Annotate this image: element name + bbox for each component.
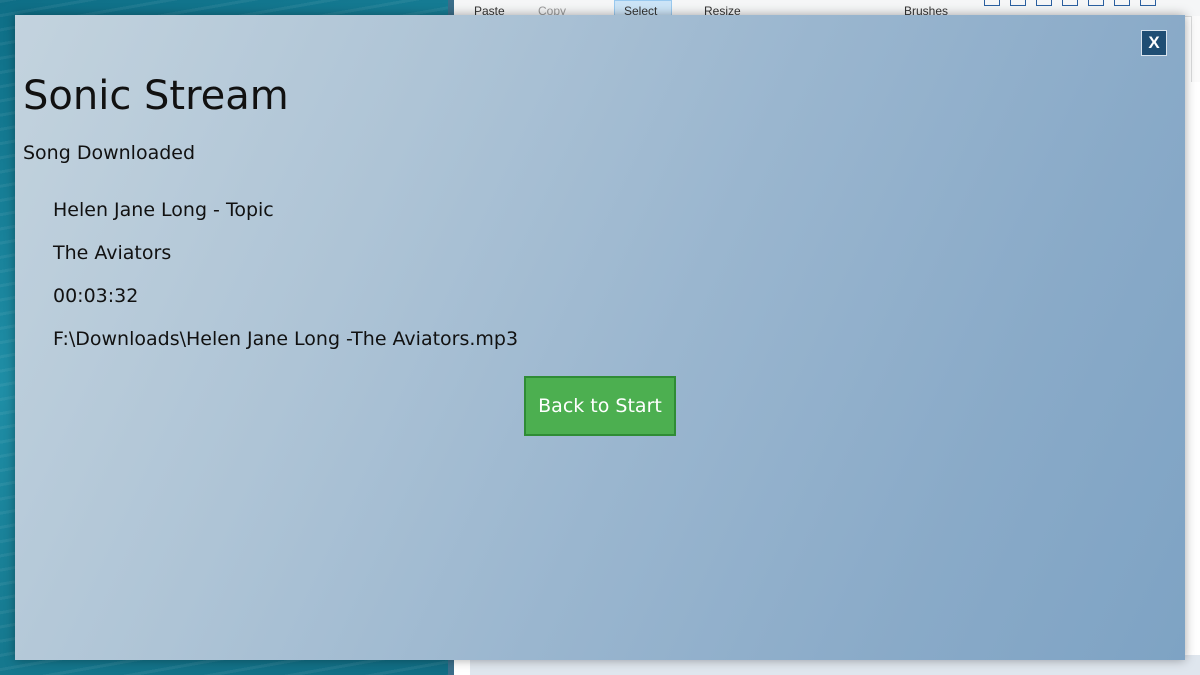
back-to-start-button[interactable]: Back to Start	[524, 376, 676, 436]
shape-icon	[1114, 0, 1130, 6]
close-button[interactable]: X	[1141, 30, 1167, 56]
song-channel: Helen Jane Long - Topic	[53, 199, 274, 221]
app-title: Sonic Stream	[23, 73, 289, 119]
shape-icon	[1036, 0, 1052, 6]
shape-icon	[984, 0, 1000, 6]
song-info-list: Helen Jane Long - Topic The Aviators 00:…	[53, 199, 518, 371]
paint-shapes-gallery	[984, 0, 1184, 10]
shape-icon	[1010, 0, 1026, 6]
shape-icon	[1062, 0, 1078, 6]
song-duration: 00:03:32	[53, 285, 139, 307]
sonic-stream-dialog: X Sonic Stream Song Downloaded Helen Jan…	[15, 15, 1185, 660]
shape-icon	[1088, 0, 1104, 6]
download-status: Song Downloaded	[23, 142, 196, 164]
shape-icon	[1140, 0, 1156, 6]
song-title: The Aviators	[53, 242, 172, 264]
song-file-path: F:\Downloads\Helen Jane Long -The Aviato…	[53, 328, 519, 350]
paint-side-panel	[1191, 16, 1200, 82]
